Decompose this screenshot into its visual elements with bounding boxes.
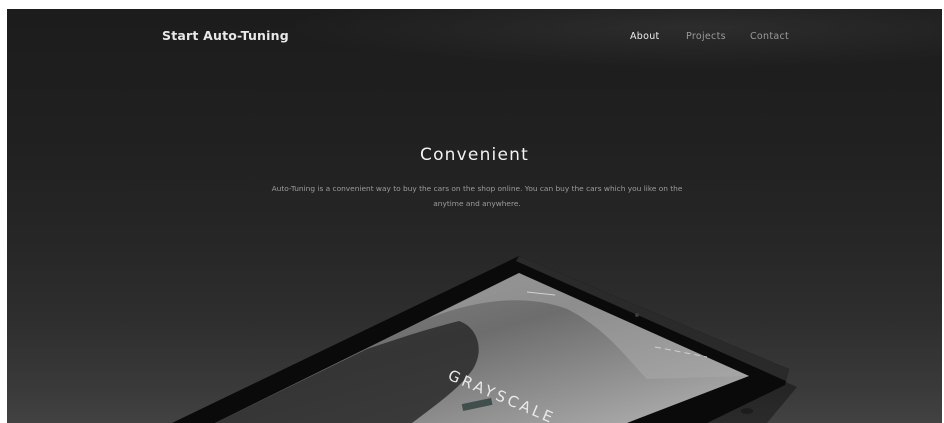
tablet-home-button bbox=[741, 408, 753, 414]
tablet-image: GRAYSCALE bbox=[172, 256, 797, 423]
tablet-camera bbox=[635, 313, 639, 317]
page: Start Auto-Tuning About Projects Contact… bbox=[7, 9, 942, 423]
